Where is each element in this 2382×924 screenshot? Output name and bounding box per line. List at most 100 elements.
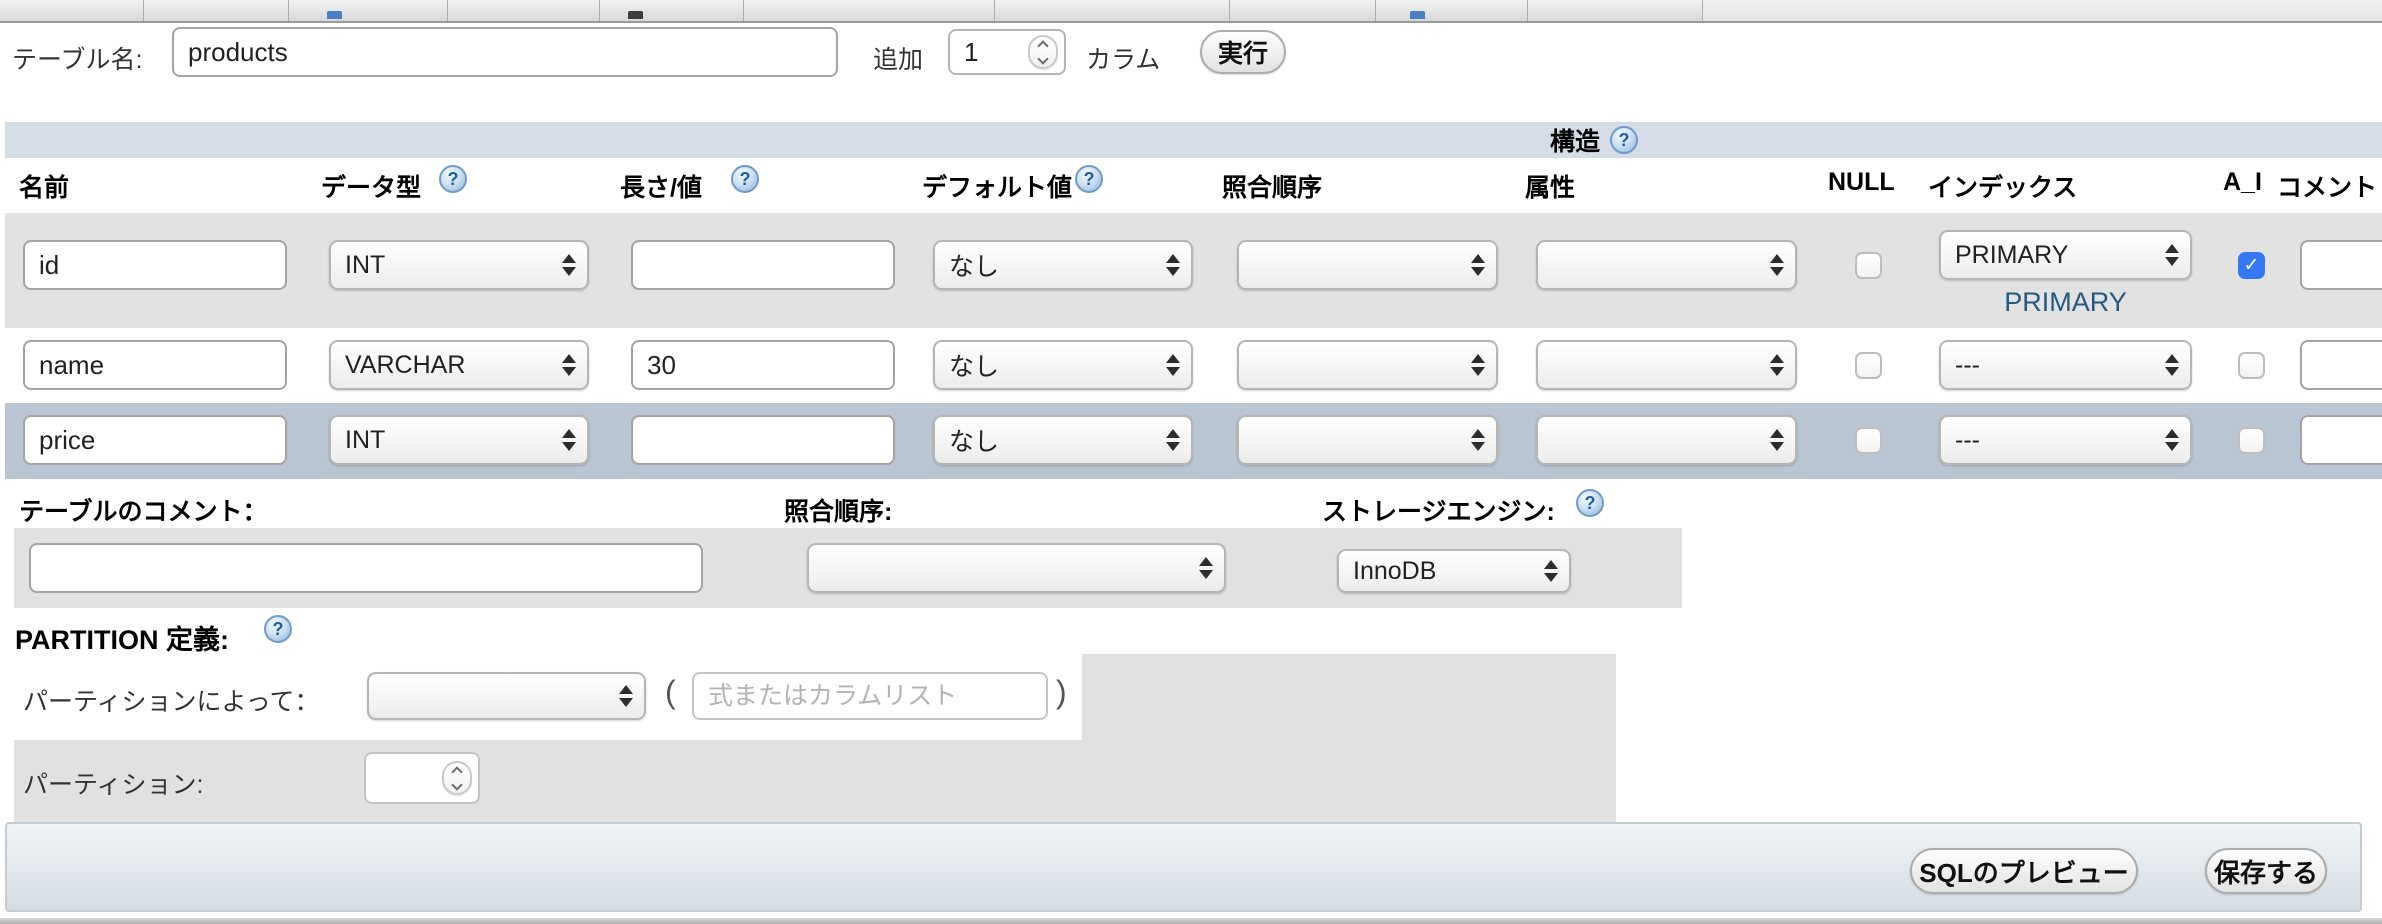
top-tab[interactable]	[448, 0, 600, 21]
header-type: データ型	[321, 168, 421, 204]
column-name-input[interactable]	[23, 240, 287, 290]
select-arrows-icon	[1471, 354, 1485, 376]
column-type-select[interactable]: INT	[329, 240, 589, 290]
null-checkbox[interactable]	[1855, 252, 1882, 279]
null-checkbox[interactable]	[1855, 427, 1882, 454]
partition-count-label: パーティション:	[23, 765, 203, 801]
top-tab[interactable]	[144, 0, 289, 21]
select-arrows-icon	[562, 429, 576, 451]
tab-bar-filler	[1703, 0, 2382, 21]
column-comment-input[interactable]	[2300, 240, 2382, 290]
select-arrows-icon	[1770, 254, 1784, 276]
sql-preview-button[interactable]: SQLのプレビュー	[1910, 848, 2138, 894]
tab-icon	[628, 11, 643, 19]
column-collation-select[interactable]	[1237, 340, 1498, 390]
column-attributes-select[interactable]	[1536, 415, 1797, 465]
select-arrows-icon	[1166, 354, 1180, 376]
top-tab[interactable]	[744, 0, 995, 21]
partition-expression-input[interactable]	[692, 672, 1048, 720]
select-arrows-icon	[1166, 429, 1180, 451]
partition-title: PARTITION 定義:	[15, 618, 229, 657]
length-help-icon[interactable]: ?	[731, 165, 759, 193]
primary-index-link[interactable]: PRIMARY	[1939, 287, 2192, 318]
null-checkbox[interactable]	[1855, 352, 1882, 379]
engine-help-icon[interactable]: ?	[1576, 489, 1604, 517]
partition-by-label: パーティションによって：	[23, 682, 320, 718]
select-arrows-icon	[2165, 244, 2179, 266]
column-comment-input[interactable]	[2300, 415, 2382, 465]
stepper-icon[interactable]	[442, 761, 472, 795]
index-select[interactable]: ---	[1939, 415, 2192, 465]
go-button[interactable]: 実行	[1200, 30, 1286, 74]
select-arrows-icon	[2165, 354, 2179, 376]
top-tab[interactable]	[995, 0, 1230, 21]
partition-by-select[interactable]	[367, 672, 646, 720]
stepper-icon[interactable]	[1028, 35, 1058, 69]
column-name-input[interactable]	[23, 415, 287, 465]
default-help-icon[interactable]: ?	[1075, 165, 1103, 193]
tab-icon	[327, 11, 342, 19]
select-arrows-icon	[619, 685, 633, 707]
header-ai: A_I	[2223, 168, 2262, 197]
storage-engine-label: ストレージエンジン:	[1322, 492, 1555, 528]
column-collation-select[interactable]	[1237, 240, 1498, 290]
column-default-select[interactable]: なし	[933, 240, 1193, 290]
table-comment-label: テーブルのコメント：	[19, 492, 268, 528]
select-arrows-icon	[1544, 560, 1558, 582]
top-tab[interactable]	[1230, 0, 1376, 21]
top-tab[interactable]	[600, 0, 744, 21]
header-length: 長さ/値	[620, 168, 702, 204]
open-paren: (	[665, 674, 676, 711]
column-type-select[interactable]: INT	[329, 415, 589, 465]
columns-label: カラム	[1086, 40, 1160, 76]
column-type-select[interactable]: VARCHAR	[329, 340, 589, 390]
column-length-input[interactable]	[631, 415, 895, 465]
structure-band: 構造 ?	[5, 122, 2382, 158]
ai-checkbox[interactable]: ✓	[2238, 252, 2265, 279]
table-collation-select[interactable]	[807, 543, 1226, 593]
index-select[interactable]: ---	[1939, 340, 2192, 390]
top-tab[interactable]	[1376, 0, 1528, 21]
table-comment-input[interactable]	[29, 543, 703, 593]
storage-engine-select[interactable]: InnoDB	[1337, 549, 1571, 593]
table-collation-label: 照合順序:	[784, 492, 892, 528]
header-index: インデックス	[1928, 168, 2077, 204]
top-tab-bar	[0, 0, 2382, 23]
column-length-input[interactable]	[631, 340, 895, 390]
structure-help-icon[interactable]: ?	[1610, 126, 1638, 154]
select-arrows-icon	[1199, 557, 1213, 579]
add-columns-count-input[interactable]: 1	[948, 29, 1066, 75]
partition-count-input[interactable]	[364, 752, 480, 804]
header-attributes: 属性	[1525, 168, 1575, 204]
column-attributes-select[interactable]	[1536, 340, 1797, 390]
header-collation: 照合順序	[1222, 168, 1322, 204]
table-name-label: テーブル名:	[12, 40, 142, 76]
table-name-input[interactable]	[172, 27, 838, 77]
column-collation-select[interactable]	[1237, 415, 1498, 465]
column-name-input[interactable]	[23, 340, 287, 390]
ai-checkbox[interactable]	[2238, 427, 2265, 454]
select-arrows-icon	[562, 254, 576, 276]
header-default: デフォルト値	[922, 168, 1072, 204]
select-arrows-icon	[1471, 429, 1485, 451]
select-arrows-icon	[1770, 429, 1784, 451]
column-default-select[interactable]: なし	[933, 415, 1193, 465]
type-help-icon[interactable]: ?	[439, 165, 467, 193]
add-columns-count-value: 1	[950, 37, 1028, 68]
close-paren: )	[1056, 674, 1067, 711]
top-tab[interactable]	[1528, 0, 1703, 21]
partition-help-icon[interactable]: ?	[264, 615, 292, 643]
save-button[interactable]: 保存する	[2205, 848, 2327, 894]
column-length-input[interactable]	[631, 240, 895, 290]
select-arrows-icon	[2165, 429, 2179, 451]
column-comment-input[interactable]	[2300, 340, 2382, 390]
index-select[interactable]: PRIMARY	[1939, 230, 2192, 280]
column-attributes-select[interactable]	[1536, 240, 1797, 290]
column-default-select[interactable]: なし	[933, 340, 1193, 390]
create-table-page: テーブル名: 追加 1 カラム 実行 構造 ? 名前 データ型 ? 長さ/値 ?…	[0, 0, 2382, 924]
ai-checkbox[interactable]	[2238, 352, 2265, 379]
bottom-edge	[0, 918, 2382, 924]
top-tab[interactable]	[289, 0, 448, 21]
add-columns-label: 追加	[873, 40, 923, 76]
top-tab[interactable]	[0, 0, 144, 21]
